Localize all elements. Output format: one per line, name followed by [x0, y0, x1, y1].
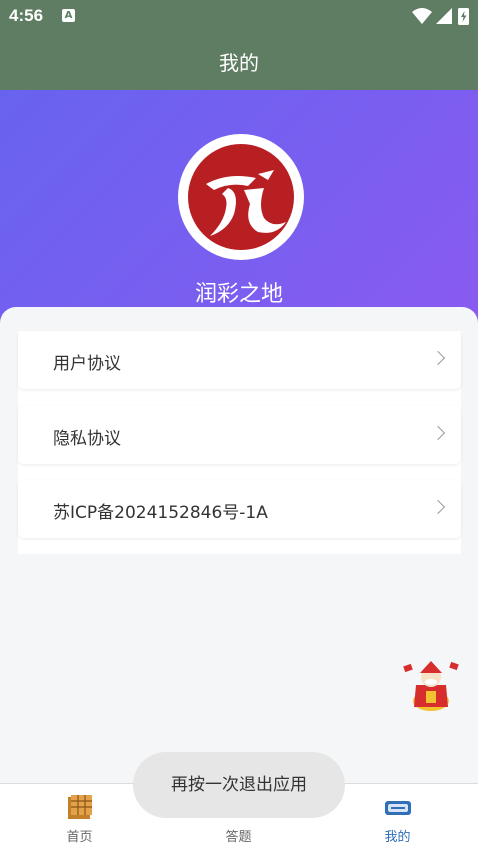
chevron-right-icon: [430, 425, 446, 441]
menu-list: 用户协议 隐私协议 苏ICP备2024152846号-1A: [18, 331, 461, 554]
brand-logo-icon: [188, 144, 294, 250]
menu-item-icp-record[interactable]: 苏ICP备2024152846号-1A: [18, 480, 461, 538]
menu-item-label: 苏ICP备2024152846号-1A: [53, 503, 268, 523]
system-status-icons: [412, 8, 469, 25]
menu-item-privacy-policy[interactable]: 隐私协议: [18, 406, 461, 464]
home-icon: [68, 795, 92, 819]
profile-name: 润彩之地: [194, 282, 283, 307]
avatar[interactable]: [178, 134, 304, 260]
status-time: 4:56: [9, 6, 44, 25]
chevron-right-icon: [430, 350, 446, 366]
app-bar: 我的: [0, 32, 478, 90]
profile-header: 润彩之地: [0, 90, 478, 330]
signal-icon: [436, 8, 452, 24]
menu-item-label: 隐私协议: [53, 429, 121, 449]
status-bar: 4:56 A: [0, 0, 478, 32]
tab-label: 首页: [66, 830, 93, 845]
page-title: 我的: [219, 51, 259, 75]
notification-icon: A: [62, 9, 75, 22]
profile-icon: [385, 801, 411, 815]
tab-label: 答题: [225, 830, 252, 845]
floating-mascot-icon[interactable]: [398, 655, 464, 713]
wifi-icon: [412, 8, 432, 24]
chevron-right-icon: [430, 499, 446, 515]
tab-label: 我的: [384, 830, 411, 845]
menu-item-user-agreement[interactable]: 用户协议: [18, 331, 461, 389]
menu-item-label: 用户协议: [53, 354, 121, 374]
exit-toast: 再按一次退出应用: [133, 752, 345, 818]
